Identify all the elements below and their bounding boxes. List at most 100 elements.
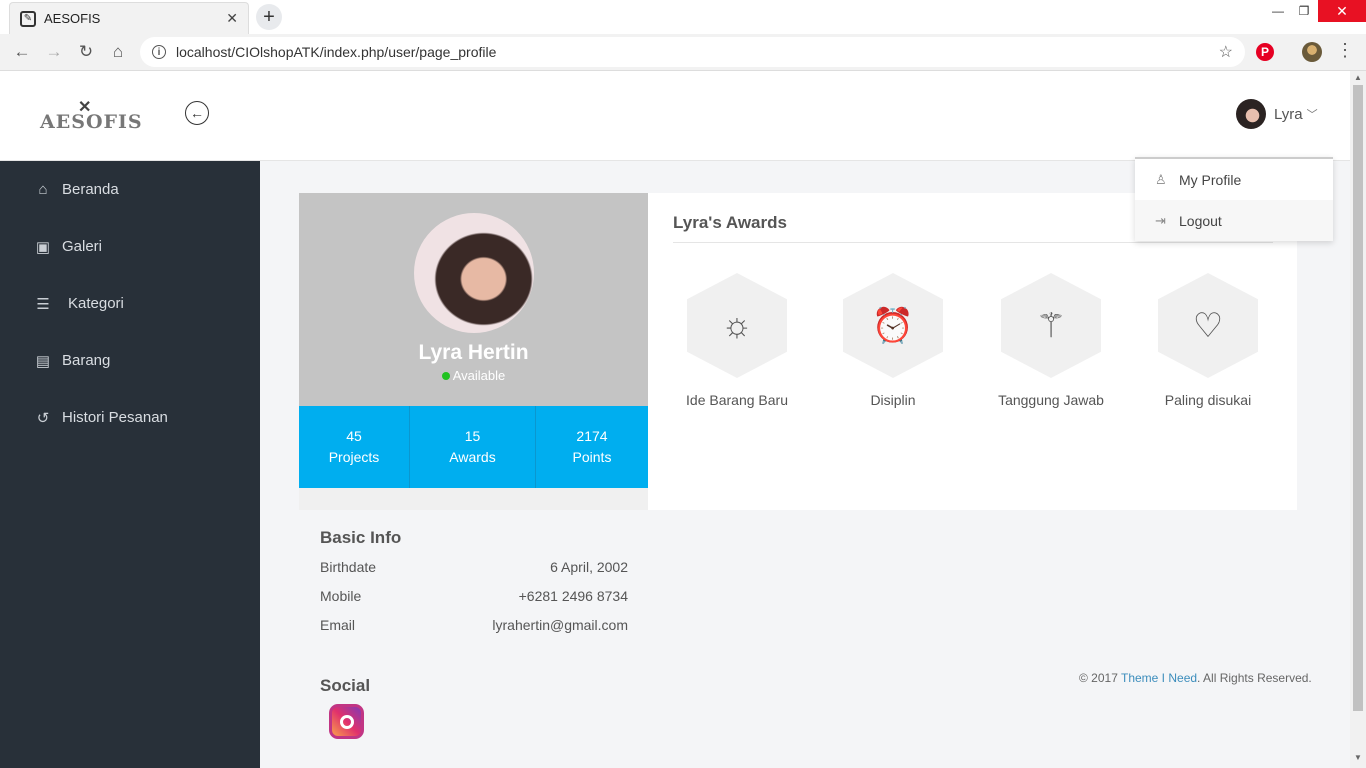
profile-name: Lyra Hertin: [418, 341, 529, 364]
footer: © 2017 Theme I Need. All Rights Reserved…: [1079, 671, 1312, 685]
sidebar-item-kategori[interactable]: ☰ Kategori: [0, 275, 260, 332]
forward-icon[interactable]: →: [42, 40, 66, 64]
stat-value: 45: [346, 428, 362, 444]
info-row-mobile: Mobile +6281 2496 8734: [320, 588, 628, 604]
info-label: Birthdate: [320, 559, 377, 575]
stat-awards: 15 Awards: [410, 406, 536, 488]
basic-info-title: Basic Info: [320, 528, 402, 547]
profile-photo: [414, 213, 534, 333]
stat-value: 2174: [576, 428, 608, 444]
sidebar-item-label: Galeri: [62, 238, 103, 255]
sidebar: ⌂ Beranda ▣ Galeri ☰ Kategori ▤ Barang ↺…: [0, 161, 260, 768]
window-minimize-button[interactable]: —: [1266, 0, 1290, 22]
user-dropdown: ♙ My Profile ⇥ Logout: [1135, 157, 1333, 241]
sidebar-toggle-button[interactable]: ←: [185, 101, 209, 125]
dropdown-item-label: Logout: [1179, 212, 1222, 229]
sidebar-item-label: Barang: [62, 352, 111, 369]
footer-theme-link[interactable]: Theme I Need: [1121, 671, 1197, 685]
info-row-email: Email lyrahertin@gmail.com: [320, 617, 628, 633]
bookmark-star-icon[interactable]: ☆: [1219, 42, 1233, 62]
scroll-thumb[interactable]: [1353, 85, 1363, 711]
award-label: Disiplin: [870, 392, 916, 408]
dropdown-item-label: My Profile: [1179, 171, 1242, 188]
info-value: 6 April, 2002: [550, 559, 628, 575]
chevron-down-icon[interactable]: ﹀: [1307, 106, 1318, 122]
sidebar-item-barang[interactable]: ▤ Barang: [0, 332, 260, 389]
browser-toolbar: ← → ↻ ⌂ i localhost/CIOlshopATK/index.ph…: [0, 34, 1366, 71]
scroll-down-icon[interactable]: ▼: [1354, 753, 1362, 762]
stat-label: Awards: [449, 449, 496, 465]
social-title: Social: [320, 676, 371, 695]
sidebar-item-galeri[interactable]: ▣ Galeri: [0, 218, 260, 275]
user-name[interactable]: Lyra: [1274, 106, 1303, 123]
profile-summary-footer: [299, 488, 648, 510]
window-close-button[interactable]: ✕: [1318, 0, 1366, 22]
app: ✕ AESOFIS ← Lyra ﹀ ♙ My Profile ⇥ Logout…: [0, 71, 1366, 768]
info-value: +6281 2496 8734: [518, 588, 628, 604]
reload-icon[interactable]: ↻: [74, 40, 98, 64]
alarm-clock-icon: ⏰: [843, 273, 943, 378]
browser-menu-icon[interactable]: ⋮: [1336, 40, 1354, 61]
scroll-up-icon[interactable]: ▲: [1354, 73, 1362, 82]
profile-summary: Lyra Hertin Available: [299, 193, 648, 406]
award-label: Tanggung Jawab: [998, 392, 1104, 408]
back-icon[interactable]: ←: [10, 40, 34, 64]
home-icon[interactable]: ⌂: [106, 40, 130, 64]
page-scrollbar[interactable]: ▲ ▼: [1350, 71, 1366, 768]
status-badge: Available: [299, 368, 648, 383]
dropdown-item-logout[interactable]: ⇥ Logout: [1135, 200, 1333, 241]
stat-projects: 45 Projects: [299, 406, 410, 488]
sidebar-item-label: Beranda: [62, 181, 119, 198]
tab-title: AESOFIS: [44, 11, 101, 26]
award-item: ☼ Ide Barang Baru: [667, 273, 807, 408]
logo[interactable]: ✕ AESOFIS: [40, 99, 143, 133]
info-label: Mobile: [320, 588, 362, 604]
sidebar-item-label: Kategori: [68, 295, 124, 312]
tab-close-icon[interactable]: ✕: [226, 10, 238, 27]
pinterest-icon[interactable]: P: [1256, 43, 1274, 61]
logo-text: AESOFIS: [40, 111, 143, 133]
app-header: ✕ AESOFIS ← Lyra ﹀: [0, 71, 1350, 161]
dropdown-item-my-profile[interactable]: ♙ My Profile: [1135, 159, 1333, 200]
window-maximize-button[interactable]: ❐: [1292, 0, 1316, 22]
user-menu[interactable]: Lyra ﹀: [1236, 99, 1318, 129]
list-icon: ☰: [36, 295, 50, 313]
footer-prefix: © 2017: [1079, 671, 1121, 685]
awards-divider: [673, 242, 1273, 243]
footer-suffix: . All Rights Reserved.: [1197, 671, 1312, 685]
address-bar[interactable]: i localhost/CIOlshopATK/index.php/user/p…: [140, 37, 1245, 67]
new-tab-button[interactable]: +: [256, 4, 282, 30]
sidebar-item-beranda[interactable]: ⌂ Beranda: [0, 161, 260, 218]
profile-avatar-icon[interactable]: [1302, 42, 1322, 62]
browser-tab[interactable]: ✎ AESOFIS ✕: [9, 2, 249, 34]
award-item: ♡ Paling disukai: [1138, 273, 1278, 408]
sidebar-item-histori-pesanan[interactable]: ↺ Histori Pesanan: [0, 389, 260, 446]
magic-wand-icon: ⚚: [1001, 273, 1101, 378]
awards-title: Lyra's Awards: [673, 213, 787, 232]
info-label: Email: [320, 617, 356, 633]
instagram-lens: [339, 714, 354, 729]
stat-value: 15: [464, 428, 481, 444]
url-text[interactable]: localhost/CIOlshopATK/index.php/user/pag…: [176, 44, 1219, 60]
user-icon: ♙: [1155, 171, 1167, 187]
info-icon[interactable]: i: [152, 45, 166, 59]
info-row-birthdate: Birthdate 6 April, 2002: [320, 559, 628, 575]
heart-icon: ♡: [1158, 273, 1258, 378]
box-icon: ▤: [35, 352, 51, 370]
favicon-icon: ✎: [20, 10, 36, 27]
avatar[interactable]: [1236, 99, 1266, 129]
profile-stats: 45 Projects 15 Awards 2174 Points: [299, 406, 648, 488]
history-icon: ↺: [36, 409, 50, 427]
sun-icon: ☼: [687, 273, 787, 378]
home-icon: ⌂: [38, 181, 48, 198]
sidebar-item-label: Histori Pesanan: [62, 409, 168, 426]
stat-label: Projects: [328, 449, 380, 465]
award-item: ⏰ Disiplin: [823, 273, 963, 408]
logout-icon: ⇥: [1155, 212, 1166, 228]
instagram-icon[interactable]: [329, 704, 364, 739]
stat-label: Points: [572, 449, 612, 465]
status-text: Available: [452, 368, 506, 383]
status-dot-icon: [441, 372, 450, 380]
image-icon: ▣: [35, 238, 51, 256]
award-label: Paling disukai: [1164, 392, 1252, 408]
